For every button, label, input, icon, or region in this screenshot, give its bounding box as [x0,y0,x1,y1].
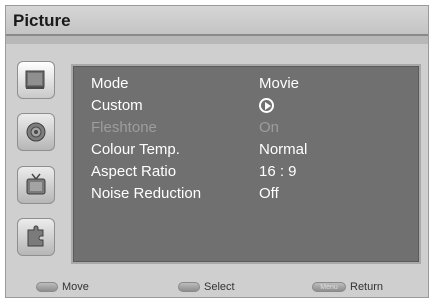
title-divider [6,36,428,44]
menu-item-custom[interactable]: Custom [91,95,411,117]
speaker-icon [26,122,46,142]
menu-item-value: Movie [259,75,300,92]
page-title: Picture [13,11,71,30]
puzzle-icon [27,225,44,247]
menu-item-mode[interactable]: Mode Movie [91,73,411,95]
sidebar-item-setup[interactable] [17,218,55,256]
menu-item-colour-temp[interactable]: Colour Temp. Normal [91,139,411,161]
title-bar: Picture [6,6,428,36]
menu-item-value: 16 : 9 [259,163,297,180]
menu-item-label: Mode [91,75,129,92]
select-hint: Select [178,281,235,293]
menu-item-noise-reduction[interactable]: Noise Reduction Off [91,183,411,205]
sidebar-item-picture[interactable] [17,61,55,99]
menu-item-value: Off [259,185,279,202]
menu-item-label: Fleshtone [91,119,157,136]
tv-icon [26,173,46,195]
menu-item-label: Noise Reduction [91,185,202,202]
menu-item-label: Colour Temp. [91,141,180,158]
move-label: Move [62,281,89,293]
return-label: Return [350,281,384,293]
return-hint: Menu Return [312,281,383,293]
menu-item-label: Custom [91,97,143,114]
picture-settings-window: Picture Mode Movie Custom Fleshtone On C… [5,5,429,298]
move-button-icon [36,282,58,292]
picture-icon [25,70,45,89]
menu-item-label: Aspect Ratio [91,163,177,180]
select-button-icon [178,282,200,292]
move-hint: Move [36,281,89,293]
menu-item-value: On [259,119,280,136]
menu-item-fleshtone: Fleshtone On [91,117,411,139]
menu-button-icon: Menu [312,282,346,292]
menu-item-value: Normal [259,141,308,158]
select-label: Select [204,281,235,293]
menu-item-aspect-ratio[interactable]: Aspect Ratio 16 : 9 [91,161,411,183]
footer-help-bar: Move Select Menu Return [6,274,428,299]
play-circle-icon [259,98,274,113]
sidebar-item-sound[interactable] [17,113,55,151]
sidebar-item-channel[interactable] [17,166,55,204]
menu-panel: Mode Movie Custom Fleshtone On Colour Te… [71,64,421,264]
